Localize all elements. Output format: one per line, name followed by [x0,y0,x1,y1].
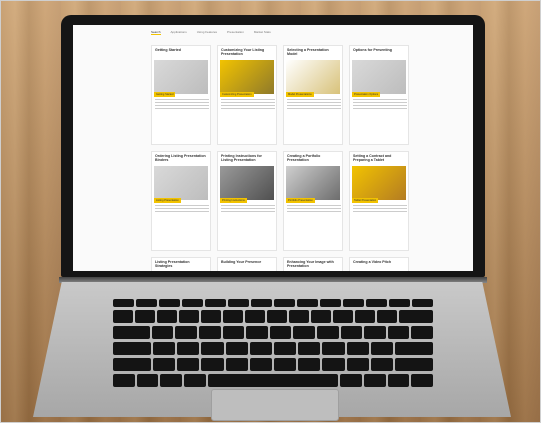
card-description [287,99,341,111]
card-tag: Tablet Presentation [352,198,379,203]
card-thumbnail [352,166,406,200]
keyboard-row [112,374,434,387]
card-grid: Getting Started Getting Started Customiz… [151,45,409,251]
card[interactable]: Building Your Presence [217,257,277,271]
card-description [221,205,275,214]
card-tag: Getting Started [154,92,176,97]
card-title: Options for Presenting [353,48,392,52]
card[interactable]: Creating a Portfolio Presentation Portfo… [283,151,343,251]
card-thumbnail [352,60,406,94]
card-title: Enhancing Your Image with Presentation [287,260,334,268]
keyboard-row [113,342,433,355]
keyboard-row [112,326,434,339]
card-thumbnail [286,166,340,200]
card[interactable]: Customizing Your Listing Presentation Cu… [217,45,277,145]
laptop-screen: Search Applications Using Features Prese… [73,25,473,271]
card[interactable]: Options for Presenting Presentation Opti… [349,45,409,145]
nav-item-presentation[interactable]: Presentation [227,30,244,34]
card-description [287,205,341,214]
card-tag: Listing Presentation [154,198,181,203]
card[interactable]: Listing Presentation Strategies [151,257,211,271]
card-description [155,99,209,111]
laptop-keyboard [112,299,434,387]
card-title: Getting Started [155,48,181,52]
card-title: Building Your Presence [221,260,262,264]
keyboard-row [113,358,433,371]
card[interactable]: Creating a Video Pitch [349,257,409,271]
card-title: Customizing Your Listing Presentation [221,48,265,56]
card[interactable]: Setting a Contract and Preparing a Table… [349,151,409,251]
card[interactable]: Selecting a Presentation Model Model Pre… [283,45,343,145]
card-description [221,99,275,111]
card-tag: Presentation Options [352,92,381,97]
card-tag: Model Presentations [286,92,314,97]
nav-item-applications[interactable]: Applications [171,30,187,34]
card-title: Printing Instructions for Listing Presen… [221,154,262,162]
keyboard-row [113,299,433,307]
card[interactable]: Printing Instructions for Listing Presen… [217,151,277,251]
card-title: Ordering Listing Presentation Binders [155,154,206,162]
card-thumbnail [220,166,274,200]
photo-frame: Search Applications Using Features Prese… [0,0,541,423]
card-title: Creating a Portfolio Presentation [287,154,321,162]
keyboard-row [113,310,433,323]
nav-item-search[interactable]: Search [151,30,161,35]
card-title: Selecting a Presentation Model [287,48,329,56]
card-thumbnail [286,60,340,94]
site-nav: Search Applications Using Features Prese… [73,25,473,39]
card-grid-row-3: Listing Presentation Strategies Building… [151,257,409,271]
card[interactable]: Enhancing Your Image with Presentation [283,257,343,271]
card-title: Setting a Contract and Preparing a Table… [353,154,392,162]
card-tag: Portfolio Presentation [286,198,315,203]
card-description [353,205,407,214]
card-tag: Customizing Presentation [220,92,254,97]
card-title: Creating a Video Pitch [353,260,392,264]
card[interactable]: Getting Started Getting Started [151,45,211,145]
card-thumbnail [220,60,274,94]
laptop-touchpad [211,389,339,421]
card-description [353,99,407,111]
card[interactable]: Ordering Listing Presentation Binders Li… [151,151,211,251]
nav-item-market-stats[interactable]: Market Stats [254,30,271,34]
card-tag: Printing Instructions [220,198,247,203]
nav-item-using-features[interactable]: Using Features [197,30,217,34]
card-title: Listing Presentation Strategies [155,260,190,268]
card-thumbnail [154,166,208,200]
card-description [155,205,209,214]
card-thumbnail [154,60,208,94]
